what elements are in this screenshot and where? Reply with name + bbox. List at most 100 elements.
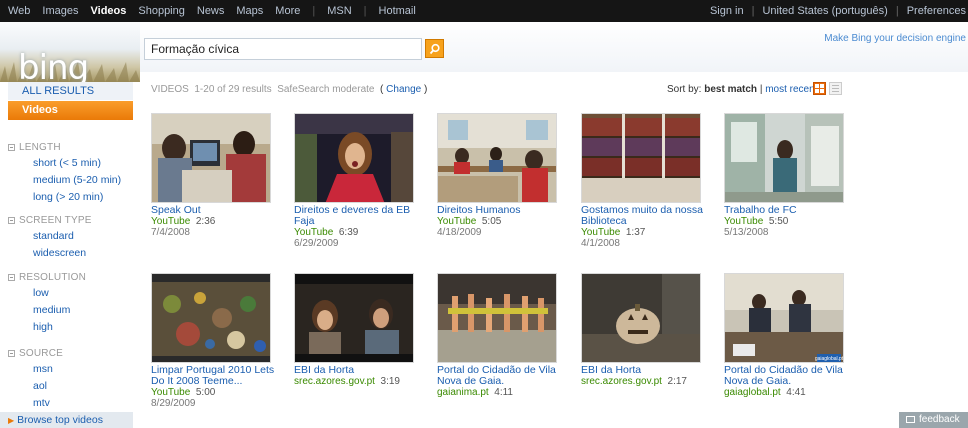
video-meta: YouTube 2:36 xyxy=(151,216,291,227)
video-duration: 4:41 xyxy=(786,387,806,398)
thumbnail-litter-icon xyxy=(152,274,270,362)
safesearch-change-link[interactable]: Change xyxy=(386,84,421,95)
facet-item-high[interactable]: high xyxy=(8,319,133,336)
nav-news[interactable]: News xyxy=(197,5,225,17)
thumbnail-dancers-icon xyxy=(438,274,556,362)
facet-item-low[interactable]: low xyxy=(8,285,133,302)
feedback-button[interactable]: feedback xyxy=(899,412,968,428)
list-view-icon[interactable] xyxy=(829,82,842,95)
facet-item-short[interactable]: short (< 5 min) xyxy=(8,155,133,172)
facet-title: SCREEN TYPE xyxy=(19,214,92,226)
sign-in-link[interactable]: Sign in xyxy=(710,5,744,17)
video-thumbnail[interactable] xyxy=(581,113,701,203)
facet-header-screen-type[interactable]: SCREEN TYPE xyxy=(8,212,133,228)
sidebar-item-all-results[interactable]: ALL RESULTS xyxy=(8,82,133,100)
video-thumbnail[interactable] xyxy=(151,113,271,203)
video-source: srec.azores.gov.pt xyxy=(294,376,375,387)
video-duration: 5:00 xyxy=(195,387,216,398)
tagline-link[interactable]: Make Bing your decision engine xyxy=(824,33,966,44)
facet-item-medium[interactable]: medium (5-20 min) xyxy=(8,172,133,189)
video-title-link[interactable]: Trabalho de FC xyxy=(724,205,854,216)
video-card: gaiaglobal.pt Portal do Cidadão de Vila … xyxy=(724,273,864,398)
video-title-link[interactable]: Portal do Cidadão de Vila Nova de Gaia. xyxy=(437,365,567,387)
video-date: 4/18/2009 xyxy=(437,227,482,238)
region-link[interactable]: United States (português) xyxy=(762,5,887,17)
video-title-link[interactable]: Direitos Humanos xyxy=(437,205,567,216)
results-count: 1-20 of 29 results xyxy=(194,84,272,95)
facet-header-length[interactable]: LENGTH xyxy=(8,139,133,155)
video-source: YouTube xyxy=(151,387,191,398)
bing-logo[interactable]: bing xyxy=(18,48,89,82)
video-title-link[interactable]: EBI da Horta xyxy=(294,365,424,376)
nav-divider: | xyxy=(312,5,316,17)
facet-item-widescreen[interactable]: widescreen xyxy=(8,245,133,262)
grid-view-icon[interactable] xyxy=(813,82,826,95)
nav-more[interactable]: More xyxy=(275,5,300,17)
video-title-link[interactable]: Portal do Cidadão de Vila Nova de Gaia. xyxy=(724,365,854,387)
search-button[interactable] xyxy=(425,39,444,58)
facet-item-msn[interactable]: msn xyxy=(8,361,133,378)
facet-item-long[interactable]: long (> 20 min) xyxy=(8,189,133,206)
thumb-watermark: gaiaglobal.pt xyxy=(815,356,844,362)
facet-header-resolution[interactable]: RESOLUTION xyxy=(8,269,133,285)
video-card: Direitos Humanos YouTube 5:05 4/18/2009 xyxy=(437,113,577,238)
video-duration: 3:19 xyxy=(380,376,400,387)
facet-item-aol[interactable]: aol xyxy=(8,378,133,395)
preferences-link[interactable]: Preferences xyxy=(907,5,966,17)
video-duration: 2:17 xyxy=(667,376,687,387)
facet-item-medium-res[interactable]: medium xyxy=(8,302,133,319)
facet-item-standard[interactable]: standard xyxy=(8,228,133,245)
thumbnail-girl-singing-icon xyxy=(295,114,413,202)
video-thumbnail[interactable] xyxy=(151,273,271,363)
browse-top-videos-link[interactable]: ▶ Browse top videos xyxy=(0,412,133,428)
video-thumbnail[interactable] xyxy=(437,273,557,363)
thumbnail-meeting-icon: gaiaglobal.pt xyxy=(725,274,844,362)
video-thumbnail[interactable] xyxy=(294,273,414,363)
video-thumbnail[interactable] xyxy=(294,113,414,203)
collapse-icon xyxy=(8,273,15,281)
results-header: VIDEOS 1-20 of 29 results SafeSearch mod… xyxy=(151,84,428,95)
video-title-link[interactable]: Speak Out xyxy=(151,205,281,216)
video-source: YouTube xyxy=(151,216,191,227)
video-card: EBI da Horta srec.azores.gov.pt 3:19 xyxy=(294,273,434,387)
video-thumbnail[interactable] xyxy=(437,113,557,203)
video-title-link[interactable]: Limpar Portugal 2010 Lets Do It 2008 Tee… xyxy=(151,365,281,387)
sidebar: ALL RESULTS Videos xyxy=(8,82,133,120)
sort-divider: | xyxy=(759,84,763,95)
video-source: srec.azores.gov.pt xyxy=(581,376,662,387)
video-title-link[interactable]: Direitos e deveres da EB Faja xyxy=(294,205,424,227)
nav-web[interactable]: Web xyxy=(8,5,30,17)
nav-videos[interactable]: Videos xyxy=(91,5,127,17)
facet-item-mtv[interactable]: mtv xyxy=(8,395,133,412)
safesearch-status: SafeSearch moderate xyxy=(277,84,375,95)
nav-msn[interactable]: MSN xyxy=(327,5,351,17)
video-card: Gostamos muito da nossa Biblioteca YouTu… xyxy=(581,113,721,249)
video-title-link[interactable]: EBI da Horta xyxy=(581,365,711,376)
video-title-link[interactable]: Gostamos muito da nossa Biblioteca xyxy=(581,205,711,227)
video-thumbnail[interactable]: gaiaglobal.pt xyxy=(724,273,844,363)
video-meta: YouTube 5:50 xyxy=(724,216,864,227)
video-meta: YouTube 5:05 xyxy=(437,216,577,227)
nav-maps[interactable]: Maps xyxy=(236,5,263,17)
facet-header-source[interactable]: SOURCE xyxy=(8,345,133,361)
sort-most-recent-link[interactable]: most recent xyxy=(765,84,817,95)
video-date: 5/13/2008 xyxy=(724,227,769,238)
video-thumbnail[interactable] xyxy=(724,113,844,203)
video-duration: 6:39 xyxy=(338,227,359,238)
arrow-right-icon: ▶ xyxy=(8,416,15,425)
video-meta: srec.azores.gov.pt 2:17 xyxy=(581,376,721,387)
nav-images[interactable]: Images xyxy=(42,5,78,17)
video-meta: YouTube 5:00 xyxy=(151,387,291,398)
facet-title: LENGTH xyxy=(19,141,61,153)
video-duration: 1:37 xyxy=(625,227,646,238)
feedback-label: feedback xyxy=(919,414,960,425)
video-thumbnail[interactable] xyxy=(581,273,701,363)
comment-icon xyxy=(906,416,915,423)
video-duration: 5:50 xyxy=(768,216,789,227)
nav-hotmail[interactable]: Hotmail xyxy=(379,5,416,17)
search-input[interactable]: Formação cívica xyxy=(144,38,422,60)
sidebar-item-videos[interactable]: Videos xyxy=(8,101,133,120)
nav-shopping[interactable]: Shopping xyxy=(138,5,185,17)
video-meta: srec.azores.gov.pt 3:19 xyxy=(294,376,434,387)
video-source: YouTube xyxy=(581,227,621,238)
